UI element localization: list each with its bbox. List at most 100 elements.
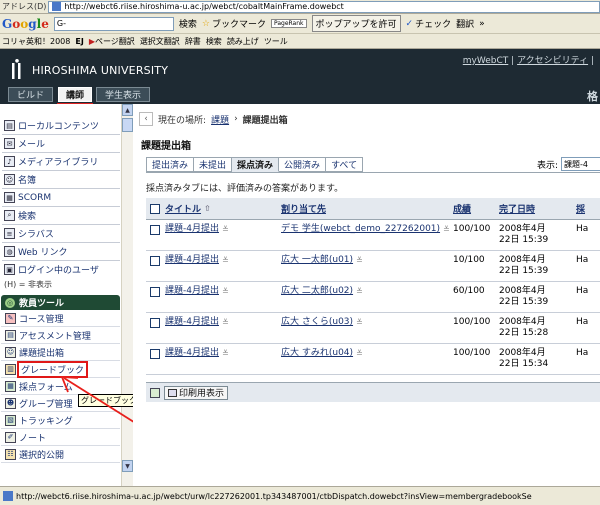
popup-allow-button[interactable]: ポップアップを許可 xyxy=(311,15,401,32)
assignee-link[interactable]: デモ 学生(webct_demo_227262001) xyxy=(281,224,440,235)
breadcrumb-prefix: 現在の場所: xyxy=(158,115,207,126)
nav-divider xyxy=(2,206,120,207)
assignment-title-link[interactable]: 課題-4月提出 xyxy=(165,224,219,235)
display-select[interactable]: 課題-4 xyxy=(561,157,600,171)
mywebct-link[interactable]: myWebCT xyxy=(463,56,509,66)
column-completed[interactable]: 完了日時 xyxy=(499,198,535,219)
read-aloud-button[interactable]: 読み上げ xyxy=(227,36,259,47)
submission-tabs: 提出済み 未提出 採点済み 公開済み すべて xyxy=(146,157,364,172)
completed-date: 2008年4月22日 15:39 xyxy=(499,224,549,245)
completed-date: 2008年4月22日 15:39 xyxy=(499,286,549,307)
completed-date: 2008年4月22日 15:34 xyxy=(499,348,549,369)
menu-chevron-icon[interactable]: ≚ xyxy=(356,286,363,297)
nav-item-mail[interactable]: ✉ メール xyxy=(4,136,120,151)
ej-button[interactable]: EJ xyxy=(75,37,83,46)
page-translate-button[interactable]: ▶ページ翻訳 xyxy=(89,36,135,47)
select-all-checkbox[interactable] xyxy=(150,203,160,214)
grader-value: Ha xyxy=(576,255,589,265)
role-tab-instructor[interactable]: 講師 xyxy=(57,87,93,105)
breadcrumb-link-assignments[interactable]: 課題 xyxy=(211,113,229,126)
menu-chevron-icon[interactable]: ≚ xyxy=(356,317,363,328)
nav-item-local-content[interactable]: ▤ ローカルコンテンツ xyxy=(4,118,120,133)
tools-button[interactable]: ツール xyxy=(264,36,288,47)
selection-translate-button[interactable]: 選択文翻訳 xyxy=(140,36,180,47)
menu-chevron-icon[interactable]: ≚ xyxy=(222,286,229,297)
nav-item-media-library[interactable]: ♪ メディアライブラリ xyxy=(4,154,120,169)
print-view-button[interactable]: 印刷用表示 xyxy=(164,385,229,400)
assignment-title-link[interactable]: 課題-4月提出 xyxy=(165,348,219,359)
tool-assignment-dropbox[interactable]: ☺ 課題提出箱 xyxy=(1,344,120,361)
nav-item-search[interactable]: ⌕ 検索 xyxy=(4,208,120,223)
column-grade[interactable]: 成績 xyxy=(453,198,471,219)
scroll-down-arrow[interactable]: ▼ xyxy=(122,460,133,472)
tab-all[interactable]: すべて xyxy=(326,157,364,172)
assignee-link[interactable]: 広大 一太郎(u01) xyxy=(281,255,353,266)
menu-chevron-icon[interactable]: ≚ xyxy=(356,348,363,359)
nav-item-online-users[interactable]: ▣ ログイン中のユーザ xyxy=(4,262,120,277)
dictionary-button[interactable]: 辞書 xyxy=(185,36,201,47)
syllabus-icon: ≡ xyxy=(4,228,15,239)
nav-item-roster[interactable]: ☺ 名簿 xyxy=(4,172,120,187)
google-search-button[interactable]: 検索 xyxy=(179,17,197,30)
assignment-title-link[interactable]: 課題-4月提出 xyxy=(165,317,219,328)
menu-chevron-icon[interactable]: ≚ xyxy=(222,224,229,235)
gradebook-icon: ▥ xyxy=(5,363,16,375)
scroll-thumb[interactable] xyxy=(122,118,133,132)
nav-item-syllabus[interactable]: ≡ シラバス xyxy=(4,226,120,241)
role-tab-student-view[interactable]: 学生表示 xyxy=(96,87,150,102)
star-icon: ☆ xyxy=(201,18,210,29)
column-title[interactable]: タイトル ⇧ xyxy=(165,198,211,219)
assignee-link[interactable]: 広大 二太郎(u02) xyxy=(281,286,353,297)
tab-published[interactable]: 公開済み xyxy=(279,157,327,172)
check-button[interactable]: ✓ チェック xyxy=(406,17,452,31)
nav-item-web-links[interactable]: ◍ Web リンク xyxy=(4,244,120,259)
menu-chevron-icon[interactable]: ≚ xyxy=(356,255,363,266)
pagerank-badge[interactable]: PageRank xyxy=(270,19,307,28)
row-checkbox[interactable] xyxy=(150,225,160,235)
grader-value: Ha xyxy=(576,317,589,327)
table-row: 課題-4月提出 ≚ 広大 一太郎(u01) ≚ 10/100 2008年4月22日 15:… xyxy=(146,251,600,282)
menu-chevron-icon[interactable]: ≚ xyxy=(222,348,229,359)
google-logo: Google xyxy=(2,16,49,31)
accessibility-link[interactable]: アクセシビリティ xyxy=(517,56,588,66)
menu-chevron-icon[interactable]: ≚ xyxy=(222,255,229,266)
translate-button[interactable]: 翻訳 xyxy=(456,17,474,30)
menu-chevron-icon[interactable]: ≚ xyxy=(222,317,229,328)
assignee-link[interactable]: 広大 さくら(u03) xyxy=(281,317,353,328)
select-action-icon[interactable] xyxy=(150,387,160,398)
tab-submitted[interactable]: 提出済み xyxy=(146,157,195,172)
header-right-glyph: 格 xyxy=(587,90,598,103)
row-checkbox[interactable] xyxy=(150,256,160,266)
back-chevron-icon[interactable]: ‹ xyxy=(139,112,153,126)
google-search-input[interactable]: G- xyxy=(53,16,174,31)
row-checkbox[interactable] xyxy=(150,349,160,359)
row-checkbox[interactable] xyxy=(150,318,160,328)
nav-item-scorm[interactable]: ▦ SCORM xyxy=(4,190,120,205)
role-tab-build[interactable]: ビルド xyxy=(8,87,53,102)
group-icon: ☻ xyxy=(5,397,16,409)
tab-not-submitted[interactable]: 未提出 xyxy=(194,157,233,172)
scroll-up-arrow[interactable]: ▲ xyxy=(122,104,133,116)
assignment-title-link[interactable]: 課題-4月提出 xyxy=(165,286,219,297)
column-assignee[interactable]: 割り当て先 xyxy=(281,198,326,219)
tool-course-management[interactable]: ✎ コース管理 xyxy=(1,310,120,327)
more-chevron-icon[interactable]: » xyxy=(479,19,485,29)
tool-selective-release[interactable]: ☷ 選択的公開 xyxy=(1,446,120,463)
dictionary-search-button[interactable]: 検索 xyxy=(206,36,222,47)
address-input[interactable]: http://webct6.riise.hiroshima-u.ac.jp/we… xyxy=(48,0,600,13)
nav-divider xyxy=(2,134,120,135)
nav-divider xyxy=(2,170,120,171)
column-grader[interactable]: 採 xyxy=(576,198,585,219)
table-row: 課題-4月提出 ≚ 広大 さくら(u03) ≚ 100/100 2008年4月22日 15… xyxy=(146,313,600,344)
assignment-title-link[interactable]: 課題-4月提出 xyxy=(165,255,219,266)
nav-divider xyxy=(2,152,120,153)
tab-graded[interactable]: 採点済み xyxy=(232,157,280,172)
status-bar: http://webct6.riise.hiroshima-u.ac.jp/we… xyxy=(0,486,600,505)
people-icon: ☺ xyxy=(4,174,15,185)
row-checkbox[interactable] xyxy=(150,287,160,297)
assignee-link[interactable]: 広大 すみれ(u04) xyxy=(281,348,353,359)
menu-chevron-icon[interactable]: ≚ xyxy=(443,224,450,235)
page-icon xyxy=(52,2,62,11)
bookmark-button[interactable]: ☆ ブックマーク xyxy=(201,17,266,31)
tool-assessment-management[interactable]: ▤ アセスメント管理 xyxy=(1,327,120,344)
